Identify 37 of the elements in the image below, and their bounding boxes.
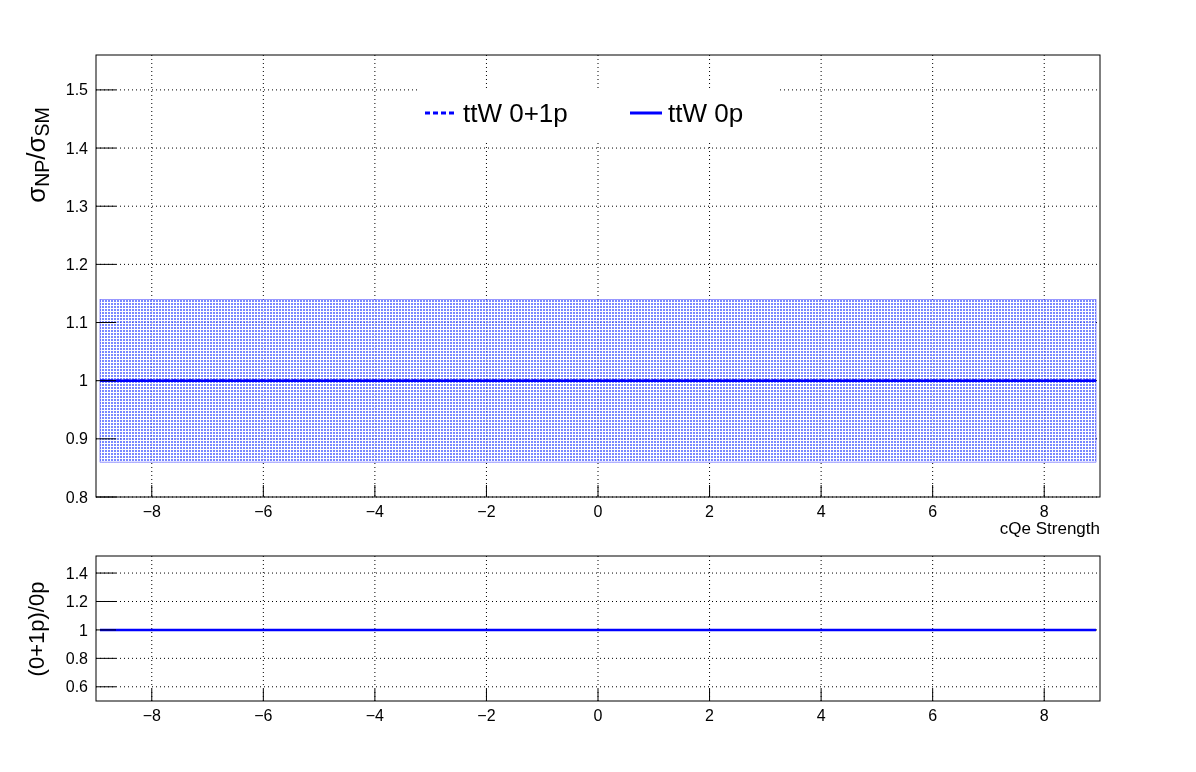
x-tick-label: 8 (1039, 503, 1049, 520)
x-tick-label: 6 (928, 503, 938, 520)
y-tick-label: 1.4 (65, 139, 88, 157)
y-tick-label: 1.2 (65, 255, 88, 273)
legend-line-icon (425, 111, 457, 115)
x-tick-label: 0 (593, 707, 603, 724)
x-tick-label: −8 (142, 707, 161, 724)
x-tick-label: 8 (1039, 707, 1049, 724)
y-tick-label: 0.9 (65, 430, 88, 448)
y-tick-label: 1.3 (65, 197, 88, 215)
x-tick-label: −2 (477, 503, 496, 520)
x-tick-label: 0 (593, 503, 603, 520)
y-tick-label: 0.8 (65, 488, 88, 506)
x-tick-label: 2 (705, 503, 714, 520)
x-tick-label: 4 (816, 503, 826, 520)
x-tick-label: −2 (477, 707, 496, 724)
y-tick-label: 1.1 (65, 314, 88, 332)
x-tick-label: −4 (365, 503, 384, 520)
y-axis-title: (0+1p)/0p (22, 581, 50, 676)
x-tick-label: 2 (705, 707, 714, 724)
y-tick-label: 1.2 (65, 593, 88, 611)
x-tick-label: −6 (254, 707, 273, 724)
x-tick-label: −4 (365, 707, 384, 724)
legend-label: ttW 0+1p (463, 98, 568, 128)
y-tick-label: 1 (79, 621, 88, 639)
x-axis-title: cQe Strength (999, 519, 1100, 538)
x-tick-label: 6 (928, 707, 938, 724)
y-tick-label: 1 (79, 372, 88, 390)
x-tick-label: 4 (816, 707, 826, 724)
x-tick-label: −8 (142, 503, 161, 520)
y-tick-label: 1.4 (65, 564, 88, 582)
legend-line-icon (630, 111, 662, 115)
y-tick-label: 0.8 (65, 649, 88, 667)
y-tick-label: 1.5 (65, 81, 88, 99)
x-tick-label: −6 (254, 503, 273, 520)
y-tick-label: 0.6 (65, 678, 88, 696)
legend-label: ttW 0p (668, 98, 744, 128)
